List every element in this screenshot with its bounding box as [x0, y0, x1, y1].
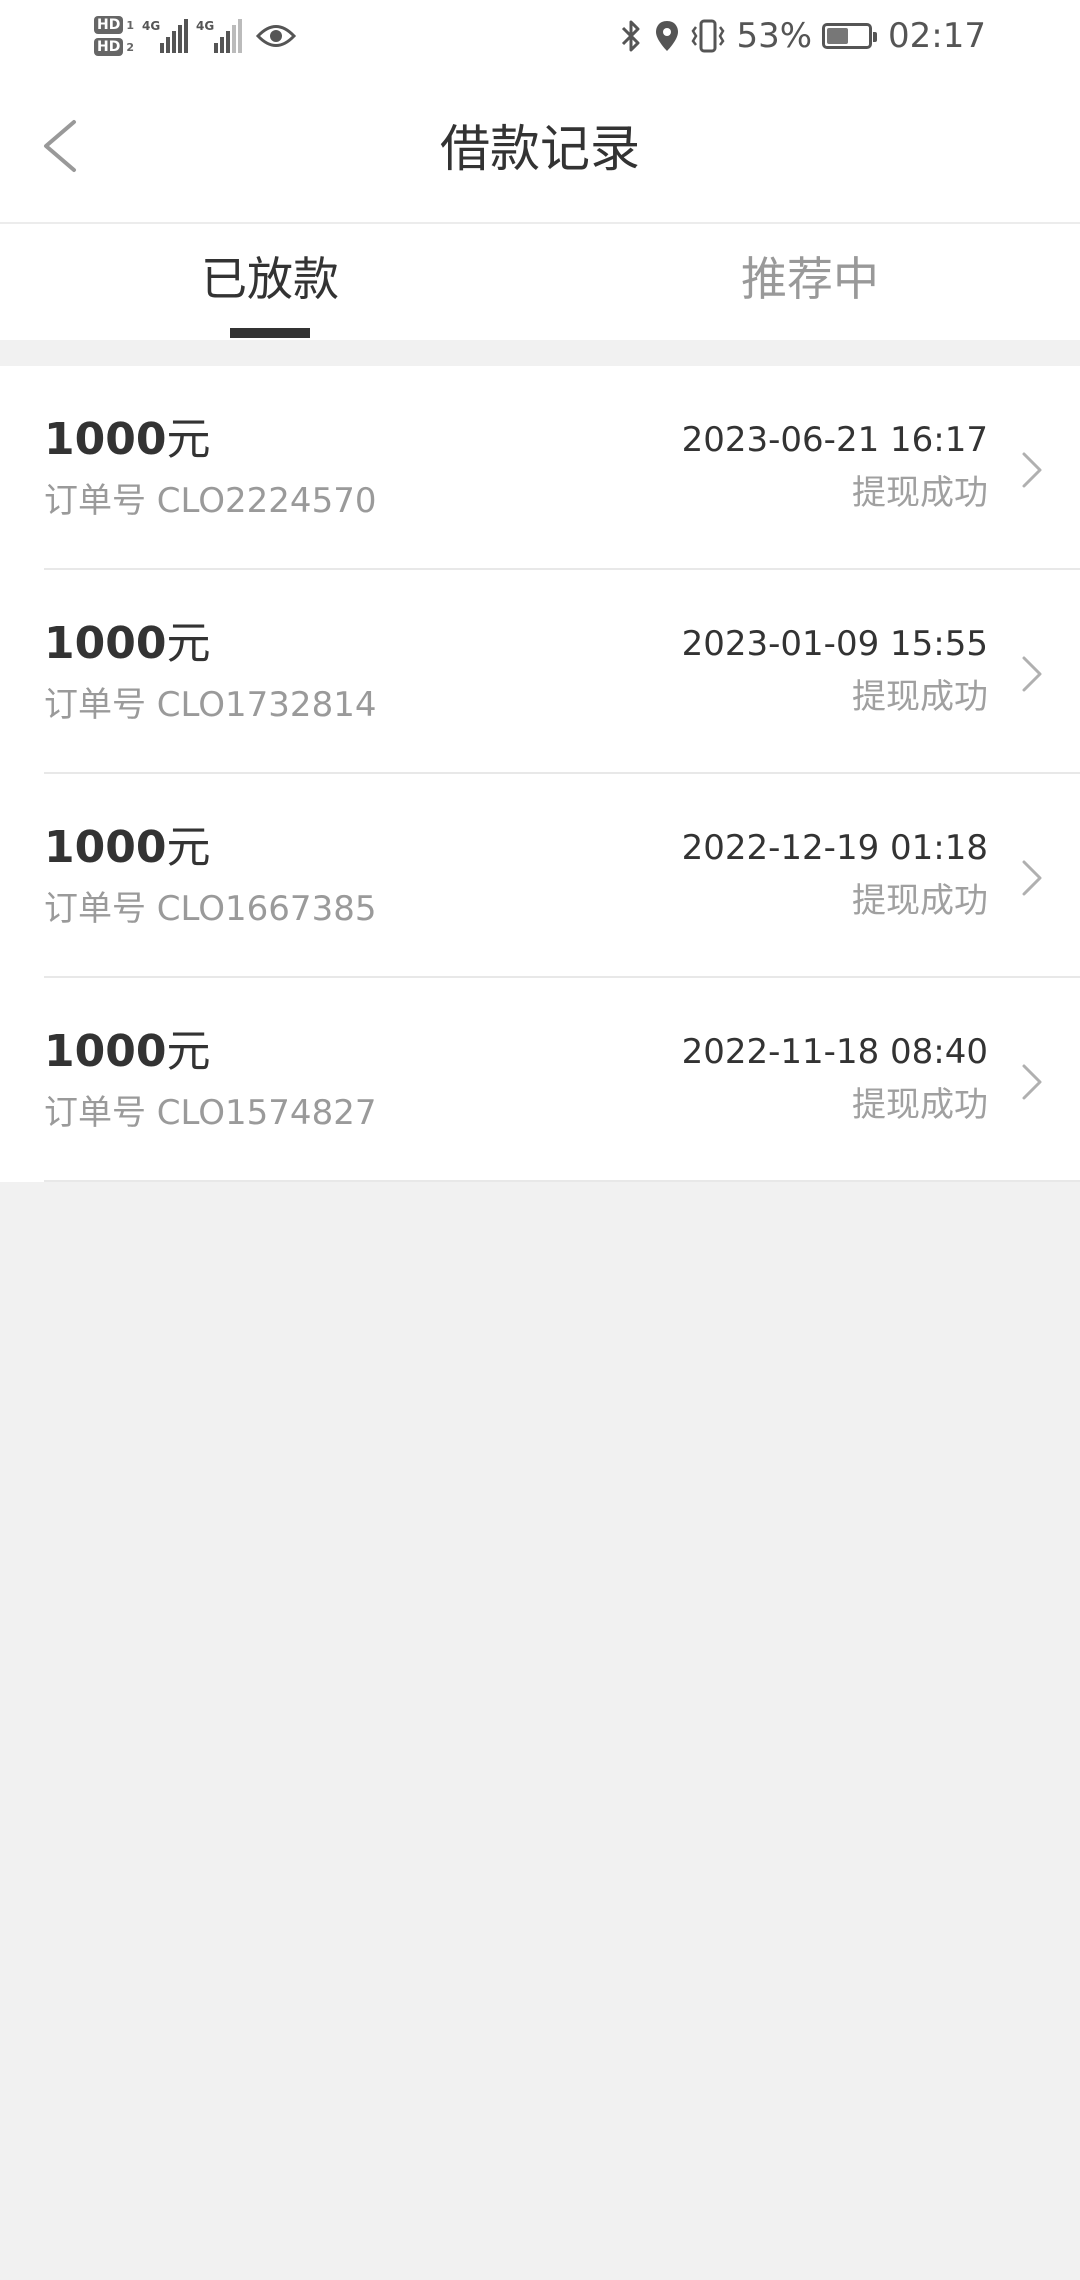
loan-record-list: 1000元 订单号 CLO2224570 2023-06-21 16:17 提现…	[0, 366, 1080, 1182]
location-icon	[656, 21, 679, 51]
hd-indicator-2: HD 2	[94, 38, 134, 56]
amount-value: 1000	[44, 822, 167, 873]
chevron-right-icon	[1022, 452, 1042, 488]
tab-recommended[interactable]: 推荐中	[540, 224, 1080, 340]
row-divider	[44, 1180, 1080, 1182]
empty-area	[0, 1192, 1080, 2280]
hd-indicator-1: HD 1	[94, 16, 134, 34]
order-number: 订单号 CLO2224570	[44, 481, 377, 521]
record-datetime: 2023-01-09 15:55	[681, 624, 988, 664]
amount-value: 1000	[44, 618, 167, 669]
amount-unit: 元	[166, 618, 211, 669]
chevron-right-icon	[1022, 656, 1042, 692]
bluetooth-icon	[622, 20, 640, 52]
page-title: 借款记录	[440, 120, 640, 178]
eye-icon	[256, 25, 296, 47]
status-bar-right: 53% 02:17	[618, 6, 986, 66]
list-item[interactable]: 1000元 订单号 CLO1667385 2022-12-19 01:18 提现…	[0, 774, 1080, 978]
status-bar: HD 1 HD 2 4G 4G 53% 02:17	[0, 0, 1080, 74]
amount-value: 1000	[44, 414, 167, 465]
order-number: 订单号 CLO1574827	[44, 1093, 377, 1133]
tab-label: 推荐中	[741, 252, 879, 306]
signal-icon: 4G	[196, 19, 242, 53]
hd-indicators: HD 1 HD 2	[94, 16, 134, 56]
clock: 02:17	[888, 16, 986, 56]
hd-label: HD	[94, 16, 124, 34]
list-item[interactable]: 1000元 订单号 CLO1732814 2023-01-09 15:55 提现…	[0, 570, 1080, 774]
record-status: 提现成功	[852, 473, 988, 513]
loan-amount: 1000元	[44, 820, 210, 876]
tab-label: 已放款	[201, 252, 339, 306]
loan-amount: 1000元	[44, 412, 210, 468]
network-type-label: 4G	[196, 19, 215, 33]
signal-icon: 4G	[142, 19, 188, 53]
amount-unit: 元	[166, 414, 211, 465]
loan-amount: 1000元	[44, 616, 210, 672]
record-status: 提现成功	[852, 881, 988, 921]
tab-disbursed[interactable]: 已放款	[0, 224, 540, 340]
record-datetime: 2022-12-19 01:18	[681, 828, 988, 868]
network-type-label: 4G	[142, 19, 161, 33]
chevron-right-icon	[1022, 860, 1042, 896]
amount-value: 1000	[44, 1026, 167, 1077]
battery-icon	[822, 23, 878, 49]
tab-active-indicator	[230, 328, 310, 338]
hd-sub-label: 1	[126, 18, 134, 32]
amount-unit: 元	[166, 822, 211, 873]
hd-label: HD	[94, 38, 124, 56]
app-header: 借款记录	[0, 74, 1080, 222]
record-status: 提现成功	[852, 677, 988, 717]
chevron-right-icon	[1022, 1064, 1042, 1100]
list-item[interactable]: 1000元 订单号 CLO1574827 2022-11-18 08:40 提现…	[0, 978, 1080, 1182]
hd-sub-label: 2	[126, 40, 134, 54]
list-item[interactable]: 1000元 订单号 CLO2224570 2023-06-21 16:17 提现…	[0, 366, 1080, 570]
status-bar-left: HD 1 HD 2 4G 4G	[94, 6, 296, 66]
record-datetime: 2023-06-21 16:17	[681, 420, 988, 460]
order-number: 订单号 CLO1667385	[44, 889, 377, 929]
tab-bar: 已放款 推荐中	[0, 224, 1080, 340]
battery-percentage: 53%	[736, 16, 813, 56]
vibrate-icon	[691, 19, 725, 53]
record-datetime: 2022-11-18 08:40	[681, 1032, 988, 1072]
loan-amount: 1000元	[44, 1024, 210, 1080]
amount-unit: 元	[166, 1026, 211, 1077]
record-status: 提现成功	[852, 1085, 988, 1125]
battery-fill	[827, 28, 849, 44]
order-number: 订单号 CLO1732814	[44, 685, 377, 725]
